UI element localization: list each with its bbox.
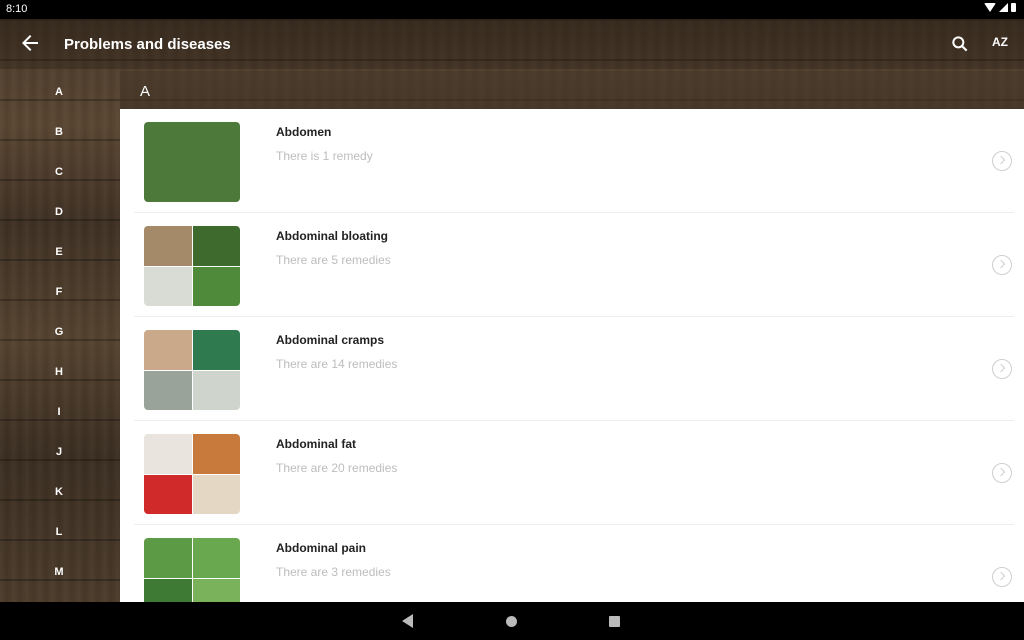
remedy-list: Abdomen There is 1 remedy Abdominal bloati… xyxy=(120,109,1024,602)
thumbnail-tile xyxy=(144,122,240,202)
remedy-thumbnail xyxy=(144,538,240,602)
status-icons xyxy=(984,3,1016,12)
list-item[interactable]: Abdominal cramps There are 14 remedies xyxy=(120,317,1024,421)
index-letter-e[interactable]: E xyxy=(0,246,118,258)
thumbnail-tile xyxy=(192,330,240,370)
index-letter-g[interactable]: G xyxy=(0,326,118,338)
wifi-icon xyxy=(984,3,996,12)
chevron-right-circle-icon[interactable] xyxy=(992,255,1012,275)
thumbnail-tile xyxy=(144,578,192,602)
thumbnail-tile xyxy=(192,578,240,602)
index-letter-d[interactable]: D xyxy=(0,206,118,218)
chevron-right-circle-icon[interactable] xyxy=(992,463,1012,483)
remedy-thumbnail xyxy=(144,330,240,410)
thumbnail-tile xyxy=(192,266,240,306)
thumbnail-tile xyxy=(144,330,192,370)
arrow-left-icon[interactable] xyxy=(18,31,42,55)
thumbnail-tile xyxy=(144,266,192,306)
item-title: Abdominal fat xyxy=(276,437,356,451)
item-subtitle: There are 14 remedies xyxy=(276,357,398,371)
thumbnail-tile xyxy=(144,226,192,266)
chevron-right-circle-icon[interactable] xyxy=(992,151,1012,171)
remedy-thumbnail xyxy=(144,434,240,514)
thumbnail-tile xyxy=(192,370,240,410)
section-letter: A xyxy=(140,83,151,100)
index-letter-b[interactable]: B xyxy=(0,126,118,138)
item-title: Abdominal cramps xyxy=(276,333,385,347)
thumbnail-tile xyxy=(144,538,192,578)
search-icon[interactable] xyxy=(950,34,970,54)
nav-home-icon[interactable] xyxy=(506,616,517,627)
item-subtitle: There are 5 remedies xyxy=(276,253,391,267)
battery-icon xyxy=(1011,3,1016,12)
item-subtitle: There is 1 remedy xyxy=(276,149,373,163)
index-letter-l[interactable]: L xyxy=(0,526,118,538)
thumbnail-tile xyxy=(192,226,240,266)
system-nav-bar xyxy=(0,602,1024,640)
status-time: 8:10 xyxy=(6,3,28,15)
nav-back-icon[interactable] xyxy=(402,614,413,628)
thumbnail-tile xyxy=(192,474,240,514)
index-letter-c[interactable]: C xyxy=(0,166,118,178)
list-item[interactable]: Abdominal bloating There are 5 remedies xyxy=(120,213,1024,317)
item-title: Abdominal pain xyxy=(276,541,366,555)
index-letter-m[interactable]: M xyxy=(0,566,118,578)
item-subtitle: There are 3 remedies xyxy=(276,565,391,579)
item-title: Abdomen xyxy=(276,125,332,139)
sort-az-button[interactable]: AZ xyxy=(992,35,1008,49)
index-letter-a[interactable]: A xyxy=(0,86,118,98)
thumbnail-tile xyxy=(144,434,192,474)
index-letter-i[interactable]: I xyxy=(0,406,118,418)
index-letter-f[interactable]: F xyxy=(0,286,118,298)
app-bar: Problems and diseases AZ xyxy=(0,19,1024,69)
list-item[interactable]: Abdominal fat There are 20 remedies xyxy=(120,421,1024,525)
alphabet-index: A B C D E F G H I J K L M xyxy=(0,70,118,602)
nav-recents-icon[interactable] xyxy=(609,616,620,627)
section-header: A xyxy=(120,71,1024,109)
chevron-right-circle-icon[interactable] xyxy=(992,567,1012,587)
index-letter-j[interactable]: J xyxy=(0,446,118,458)
item-subtitle: There are 20 remedies xyxy=(276,461,398,475)
index-letter-h[interactable]: H xyxy=(0,366,118,378)
page-title: Problems and diseases xyxy=(64,36,231,53)
thumbnail-tile xyxy=(192,434,240,474)
item-title: Abdominal bloating xyxy=(276,229,388,243)
remedy-thumbnail xyxy=(144,226,240,306)
thumbnail-tile xyxy=(144,370,192,410)
thumbnail-tile xyxy=(192,538,240,578)
status-bar: 8:10 xyxy=(0,0,1024,19)
index-letter-k[interactable]: K xyxy=(0,486,118,498)
list-item[interactable]: Abdomen There is 1 remedy xyxy=(120,109,1024,213)
chevron-right-circle-icon[interactable] xyxy=(992,359,1012,379)
remedy-thumbnail xyxy=(144,122,240,202)
list-item[interactable]: Abdominal pain There are 3 remedies xyxy=(120,525,1024,602)
signal-icon xyxy=(999,3,1008,12)
thumbnail-tile xyxy=(144,474,192,514)
